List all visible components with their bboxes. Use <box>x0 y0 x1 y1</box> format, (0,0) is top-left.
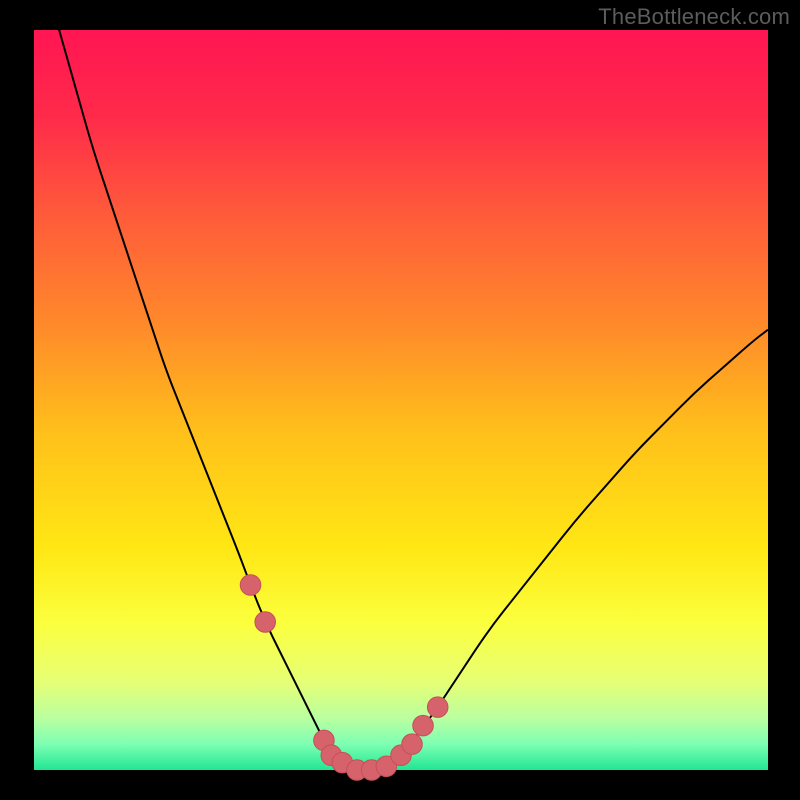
curve-marker <box>255 612 276 633</box>
curve-marker <box>427 697 448 718</box>
curve-marker <box>402 734 423 755</box>
bottleneck-chart <box>0 0 800 800</box>
curve-marker <box>413 715 434 736</box>
plot-background <box>34 30 768 770</box>
curve-marker <box>240 575 261 596</box>
chart-frame: TheBottleneck.com <box>0 0 800 800</box>
watermark-text: TheBottleneck.com <box>598 4 790 30</box>
